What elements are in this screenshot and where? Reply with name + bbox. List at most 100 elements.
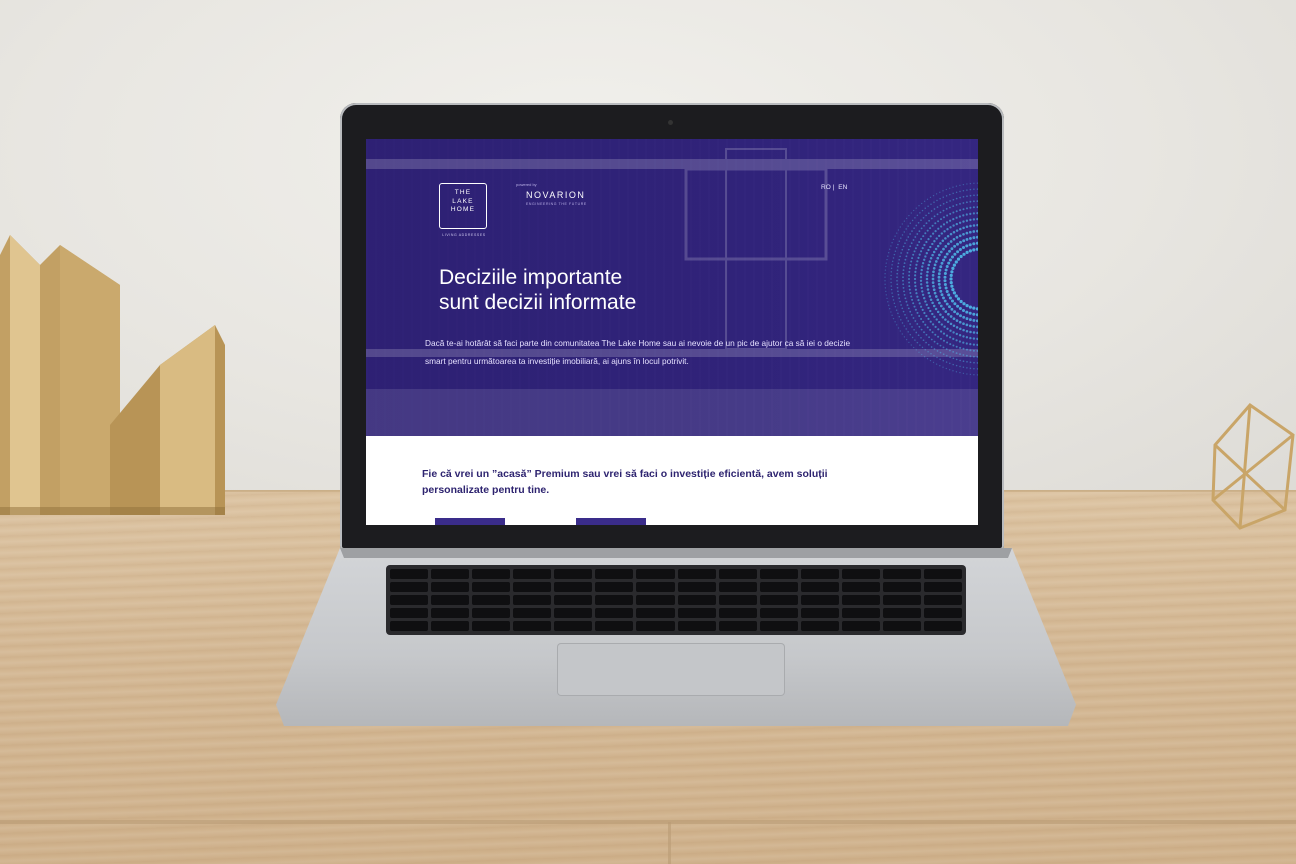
keyboard-key[interactable] (513, 582, 552, 592)
keyboard-key[interactable] (431, 608, 470, 618)
keyboard-key[interactable] (882, 608, 921, 618)
ring-dot (945, 221, 949, 224)
keyboard-key[interactable] (472, 582, 511, 592)
keyboard-key[interactable] (513, 621, 552, 631)
keyboard-key[interactable] (636, 621, 675, 631)
keyboard-key[interactable] (718, 621, 757, 631)
ring-dot (918, 315, 921, 317)
keyboard-key[interactable] (472, 621, 511, 631)
keyboard-key[interactable] (677, 608, 716, 618)
keyboard-key[interactable] (882, 569, 921, 579)
keyboard-key[interactable] (841, 582, 880, 592)
keyboard-key[interactable] (923, 595, 962, 605)
keyboard-key[interactable] (800, 621, 839, 631)
keyboard-key[interactable] (841, 621, 880, 631)
keyboard-key[interactable] (472, 608, 511, 618)
trackpad[interactable] (557, 643, 785, 696)
novarion-logo[interactable]: NOVARION (526, 190, 585, 200)
keyboard-key[interactable] (513, 608, 552, 618)
keyboard-key[interactable] (841, 569, 880, 579)
ring-dot (890, 281, 892, 284)
ring-dot (909, 292, 912, 294)
ring-dot (933, 315, 936, 318)
keyboard-key[interactable] (882, 582, 921, 592)
ring-dot (929, 309, 932, 313)
hero-section: THE LAKE HOME LIVING ADDRESSES powered b… (366, 139, 978, 436)
keyboard-key[interactable] (390, 621, 429, 631)
keyboard-key[interactable] (472, 595, 511, 605)
keyboard-key[interactable] (636, 582, 675, 592)
keyboard-key[interactable] (841, 608, 880, 618)
keyboard-key[interactable] (595, 608, 634, 618)
ring-dot (927, 205, 929, 207)
keyboard-key[interactable] (677, 595, 716, 605)
keyboard-key[interactable] (513, 569, 552, 579)
ring-dot (939, 351, 942, 354)
keyboard-key[interactable] (759, 621, 798, 631)
keyboard-key[interactable] (677, 621, 716, 631)
keyboard-key[interactable] (595, 621, 634, 631)
keyboard-key[interactable] (513, 595, 552, 605)
keyboard-key[interactable] (390, 608, 429, 618)
keyboard-key[interactable] (636, 608, 675, 618)
keyboard-key[interactable] (595, 569, 634, 579)
ring-dot (968, 311, 972, 315)
ring-dot (901, 333, 903, 335)
ring-dot (925, 252, 928, 255)
keyboard-key[interactable] (718, 595, 757, 605)
ring-dot (884, 273, 886, 275)
keyboard-key[interactable] (800, 569, 839, 579)
keyboard-key[interactable] (882, 621, 921, 631)
keyboard-key[interactable] (677, 569, 716, 579)
keyboard-key[interactable] (800, 595, 839, 605)
ring-dot (976, 349, 978, 352)
keyboard-key[interactable] (759, 608, 798, 618)
keyboard-key[interactable] (923, 569, 962, 579)
the-lake-home-logo[interactable]: THE LAKE HOME (439, 183, 487, 229)
keyboard-key[interactable] (431, 621, 470, 631)
keyboard-key[interactable] (718, 608, 757, 618)
keyboard-key[interactable] (841, 595, 880, 605)
keyboard-key[interactable] (923, 621, 962, 631)
keyboard-key[interactable] (390, 582, 429, 592)
keyboard-key[interactable] (390, 569, 429, 579)
keyboard-key[interactable] (554, 569, 593, 579)
ring-dot (917, 221, 920, 224)
keyboard-key[interactable] (800, 582, 839, 592)
keyboard-key[interactable] (923, 582, 962, 592)
keyboard-key[interactable] (923, 608, 962, 618)
keyboard-key[interactable] (759, 595, 798, 605)
keyboard-key[interactable] (390, 595, 429, 605)
lang-ro-link[interactable]: RO (821, 184, 831, 191)
keyboard-key[interactable] (636, 569, 675, 579)
keyboard-key[interactable] (882, 595, 921, 605)
keyboard-key[interactable] (677, 582, 716, 592)
ring-dot (939, 211, 942, 214)
keyboard-key[interactable] (554, 608, 593, 618)
section-button-2[interactable] (576, 518, 646, 525)
keyboard-key[interactable] (431, 582, 470, 592)
keyboard-key[interactable] (718, 569, 757, 579)
keyboard-key[interactable] (431, 569, 470, 579)
keyboard-key[interactable] (636, 595, 675, 605)
keyboard-key[interactable] (759, 582, 798, 592)
lang-en-link[interactable]: EN (838, 184, 847, 191)
section-button-1[interactable] (435, 518, 505, 525)
keyboard-key[interactable] (431, 595, 470, 605)
keyboard-key[interactable] (595, 595, 634, 605)
keyboard-key[interactable] (554, 582, 593, 592)
keyboard-key[interactable] (472, 569, 511, 579)
ring-dot (959, 196, 961, 199)
keyboard-key[interactable] (595, 582, 634, 592)
keyboard-key[interactable] (554, 595, 593, 605)
ring-dot (933, 201, 935, 204)
ring-dot (941, 315, 945, 319)
keyboard-key[interactable] (800, 608, 839, 618)
ring-dot (962, 202, 965, 204)
ring-dot (933, 348, 936, 350)
keyboard-key[interactable] (759, 569, 798, 579)
ring-dot (923, 297, 926, 300)
keyboard-key[interactable] (718, 582, 757, 592)
ring-dot (956, 297, 961, 301)
keyboard-key[interactable] (554, 621, 593, 631)
